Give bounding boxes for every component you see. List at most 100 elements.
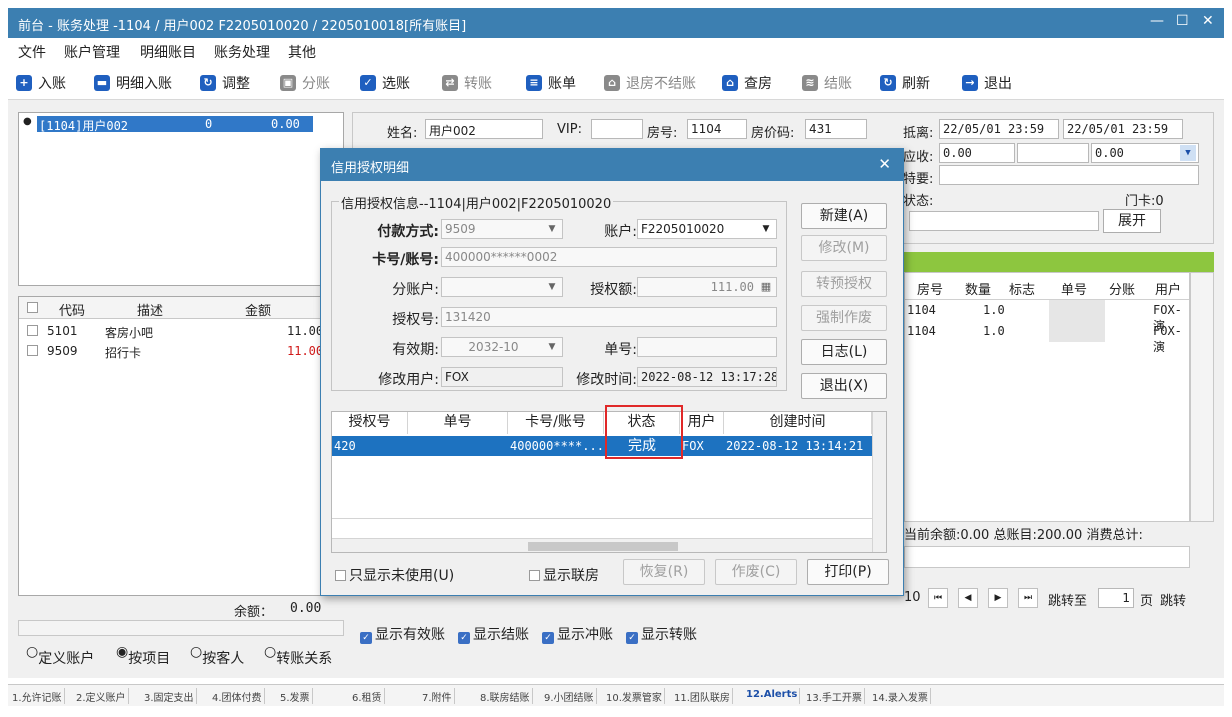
toolbar-plus-circle-button[interactable]: + 入账 (16, 73, 66, 93)
radio-transfer-relation[interactable]: ○ 转账关系 (264, 644, 332, 667)
bottom-tab-4[interactable]: 4.团体付费 (210, 688, 265, 704)
col-card-number[interactable]: 卡号/账号 (508, 412, 604, 434)
force-void-button[interactable]: 强制作废 (801, 305, 887, 331)
modify-button[interactable]: 修改(M) (801, 235, 887, 261)
col-split[interactable]: 分账 (1109, 279, 1135, 298)
account-dropdown[interactable]: F2205010020 ▼ (637, 219, 777, 239)
bottom-tab-3[interactable]: 3.固定支出 (142, 688, 197, 704)
status-field[interactable] (909, 211, 1099, 231)
show-reversed-checkbox[interactable]: ✓ 显示冲账 (542, 624, 613, 644)
jump-button[interactable]: 跳转 (1160, 590, 1186, 609)
restore-button[interactable]: 恢复(R) (623, 559, 705, 585)
name-field[interactable]: 用户002 (425, 119, 543, 139)
bottom-tab-1[interactable]: 1.允许记账 (10, 688, 65, 704)
payment-method-dropdown[interactable]: 9509 ▼ (441, 219, 563, 239)
dialog-close-icon[interactable]: ✕ (878, 155, 891, 173)
first-page-icon[interactable]: ⏮ (928, 588, 948, 608)
vip-field[interactable] (591, 119, 643, 139)
toolbar-monitor-button[interactable]: ▬ 明细入账 (94, 73, 172, 93)
radio-define-account[interactable]: ○ 定义账户 (26, 644, 94, 667)
dropdown-arrow-icon[interactable]: ▼ (1180, 145, 1196, 161)
toolbar-transfer-button[interactable]: ⇄ 转账 (442, 73, 492, 93)
exit-button[interactable]: 退出(X) (801, 373, 887, 399)
prev-page-icon[interactable]: ◀ (958, 588, 978, 608)
menu-detail-ledger[interactable]: 明细账目 (140, 42, 196, 62)
toolbar-settle-button[interactable]: ≋ 结账 (802, 73, 852, 93)
select-all-checkbox[interactable] (27, 302, 38, 313)
log-button[interactable]: 日志(L) (801, 339, 887, 365)
arrive-field[interactable]: 22/05/01 23:59 (939, 119, 1059, 139)
page-number-input[interactable]: 1 (1098, 588, 1134, 608)
scrollbar-thumb[interactable] (528, 542, 678, 551)
grid-vertical-scrollbar[interactable] (872, 412, 886, 552)
last-page-icon[interactable]: ⏭ (1018, 588, 1038, 608)
col-desc[interactable]: 描述 (137, 300, 163, 319)
menu-file[interactable]: 文件 (18, 42, 46, 62)
card-number-field[interactable]: 400000******0002 (441, 247, 777, 267)
page-size[interactable]: 10 (904, 590, 921, 605)
bottom-tab-11[interactable]: 11.团队联房 (672, 688, 733, 704)
receivable-extra-field[interactable] (1017, 143, 1089, 163)
bottom-tab-6[interactable]: 6.租赁 (350, 688, 385, 704)
account-list[interactable]: ● [1104]用户002 0 0.00 (18, 112, 344, 286)
menu-accounting[interactable]: 账务处理 (214, 42, 270, 62)
col-amount[interactable]: 金额 (245, 300, 271, 319)
col-room[interactable]: 房号 (917, 279, 943, 298)
col-order-number[interactable]: 单号 (408, 412, 508, 434)
col-quantity[interactable]: 数量 (965, 279, 991, 298)
close-icon[interactable]: ✕ (1202, 13, 1214, 29)
depart-field[interactable]: 22/05/01 23:59 (1063, 119, 1183, 139)
left-horizontal-scrollbar[interactable] (18, 620, 344, 636)
bottom-tab-8[interactable]: 8.联房结账 (478, 688, 533, 704)
void-button[interactable]: 作废(C) (715, 559, 797, 585)
radio-by-item[interactable]: ◉ 按项目 (116, 644, 170, 667)
row-checkbox[interactable] (27, 325, 38, 336)
maximize-icon[interactable]: ☐ (1176, 13, 1189, 29)
expand-button[interactable]: 展开 (1103, 209, 1161, 233)
toolbar-split-button[interactable]: ▣ 分账 (280, 73, 330, 93)
bottom-tab-10[interactable]: 10.发票管家 (604, 688, 665, 704)
bottom-tab-9[interactable]: 9.小团结账 (542, 688, 597, 704)
show-settled-checkbox[interactable]: ✓ 显示结账 (458, 624, 529, 644)
toolbar-room-check-button[interactable]: ⌂ 查房 (722, 73, 772, 93)
col-flag[interactable]: 标志 (1009, 279, 1035, 298)
bottom-tab-5[interactable]: 5.发票 (278, 688, 313, 704)
subaccount-dropdown[interactable]: ▼ (441, 277, 563, 297)
next-page-icon[interactable]: ▶ (988, 588, 1008, 608)
col-created-time[interactable]: 创建时间 (724, 412, 872, 434)
new-button[interactable]: 新建(A) (801, 203, 887, 229)
bottom-tab-7[interactable]: 7.附件 (420, 688, 455, 704)
print-button[interactable]: 打印(P) (807, 559, 889, 585)
grid-horizontal-scrollbar[interactable] (332, 538, 872, 552)
toolbar-adjust-button[interactable]: ↻ 调整 (200, 73, 250, 93)
menu-account-management[interactable]: 账户管理 (64, 42, 120, 62)
order-number-field[interactable] (637, 337, 777, 357)
bottom-tab-14[interactable]: 14.录入发票 (870, 688, 931, 704)
toolbar-check-select-button[interactable]: ✓ 选账 (360, 73, 410, 93)
menu-other[interactable]: 其他 (288, 42, 316, 62)
col-order[interactable]: 单号 (1061, 279, 1087, 298)
toolbar-checkout-button[interactable]: ⌂ 退房不结账 (604, 73, 696, 93)
col-code[interactable]: 代码 (59, 300, 85, 319)
room-field[interactable]: 1104 (687, 119, 747, 139)
minimize-icon[interactable]: — (1150, 13, 1164, 29)
toolbar-exit-button[interactable]: → 退出 (962, 73, 1012, 93)
expiry-dropdown[interactable]: 2032-10 ▼ (441, 337, 563, 357)
radio-by-guest[interactable]: ○ 按客人 (190, 644, 244, 667)
bottom-tab-2[interactable]: 2.定义账户 (74, 688, 129, 704)
toolbar-bill-button[interactable]: ≡ 账单 (526, 73, 576, 93)
receivable-dropdown[interactable]: 0.00 ▼ (1091, 143, 1199, 163)
charges-vertical-scrollbar[interactable] (1190, 272, 1214, 522)
table-row[interactable]: 5101 客房小吧 11.00 (19, 321, 343, 341)
pre-auth-button[interactable]: 转预授权 (801, 271, 887, 297)
col-user[interactable]: 用户 (680, 412, 724, 434)
show-linked-checkbox[interactable]: 显示联房 (529, 565, 599, 585)
auth-amount-field[interactable]: 111.00 ▦ (637, 277, 777, 297)
show-transfer-checkbox[interactable]: ✓ 显示转账 (626, 624, 697, 644)
table-row[interactable]: 9509 招行卡 11.00 (19, 341, 343, 361)
bottom-tab-13[interactable]: 13.手工开票 (804, 688, 865, 704)
row-checkbox[interactable] (27, 345, 38, 356)
col-auth-number[interactable]: 授权号 (332, 412, 408, 434)
special-request-field[interactable] (939, 165, 1199, 185)
rate-code-field[interactable]: 431 (805, 119, 867, 139)
